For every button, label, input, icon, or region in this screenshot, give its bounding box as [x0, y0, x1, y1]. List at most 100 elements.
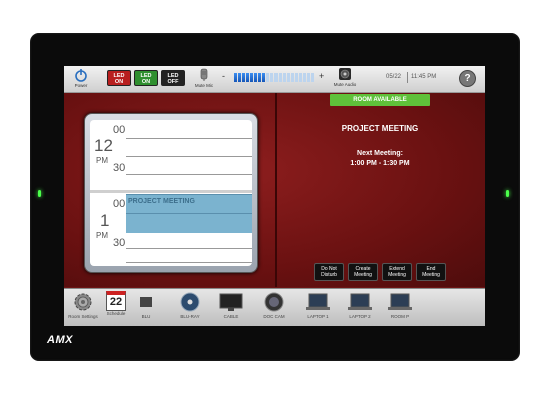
source-blu-ray-label: BLU-RAY — [180, 314, 200, 319]
led-on-green-button[interactable]: LED ON — [134, 70, 158, 86]
volume-segment — [250, 73, 254, 82]
mute-mic-button[interactable]: Mute Mic — [192, 68, 216, 88]
touch-screen: Power LED ON LED ON LED OFF Mute Mic - + — [64, 66, 485, 326]
volume-segment — [262, 73, 266, 82]
volume-segment — [246, 73, 250, 82]
mute-audio-label: Mute Audio — [333, 82, 357, 87]
source-laptop-1[interactable]: LAPTOP 1 — [300, 291, 336, 319]
volume-segment — [266, 73, 270, 82]
player-icon — [140, 297, 152, 307]
time-text: 11:45 PM — [411, 74, 437, 80]
power-button[interactable]: Power — [70, 68, 92, 88]
date-time-separator — [407, 72, 408, 83]
calendar-icon: 22 — [106, 291, 126, 311]
volume-segment — [242, 73, 246, 82]
end-meeting-button[interactable]: End Meeting — [416, 263, 446, 281]
laptop-icon — [388, 293, 412, 310]
volume-segment — [290, 73, 294, 82]
volume-segment — [282, 73, 286, 82]
hour-12-label: 12 — [94, 136, 113, 155]
document-camera-icon — [264, 292, 284, 312]
volume-segment — [306, 73, 310, 82]
meeting-block-divider — [126, 213, 252, 214]
source-blu[interactable]: BLU — [134, 291, 158, 319]
volume-segment — [254, 73, 258, 82]
do-not-disturb-line2: Disturb — [321, 272, 337, 278]
volume-segment — [270, 73, 274, 82]
mute-mic-label: Mute Mic — [194, 83, 214, 88]
timeline-line — [126, 174, 252, 175]
hour-divider — [90, 190, 252, 193]
minute-00-label-1: 00 — [113, 124, 126, 136]
extend-meeting-line2: Meeting — [388, 272, 406, 278]
meeting-block-title: PROJECT MEETING — [128, 198, 195, 205]
source-doc-cam-label: DOC CAM — [263, 314, 285, 319]
mute-audio-button[interactable]: Mute Audio — [332, 67, 358, 87]
timeline-line — [126, 156, 252, 157]
schedule-timeline[interactable]: 12 PM 00 30 1 PM 00 30 PROJECT MEETING — [90, 120, 252, 266]
volume-segment — [310, 73, 314, 82]
end-meeting-line2: Meeting — [422, 272, 440, 278]
left-status-led — [38, 190, 41, 197]
source-laptop-1-label: LAPTOP 1 — [307, 314, 329, 319]
source-dock: Room Settings 22 Schedule BLU BLU-RAY CA… — [64, 288, 485, 326]
led-on-red-button[interactable]: LED ON — [107, 70, 131, 86]
tv-icon — [219, 293, 243, 311]
volume-bar[interactable] — [234, 73, 314, 82]
volume-segment — [298, 73, 302, 82]
laptop-icon — [348, 293, 372, 310]
schedule-label: Schedule — [106, 311, 126, 316]
source-cable-label: CABLE — [223, 314, 239, 319]
power-icon — [75, 69, 87, 82]
timeline-line — [126, 248, 252, 249]
timeline-line — [126, 262, 252, 263]
led-on-red-bottom: ON — [114, 79, 124, 85]
room-settings-label: Room Settings — [68, 314, 98, 319]
right-status-led — [506, 190, 509, 197]
schedule-scroller[interactable]: 12 PM 00 30 1 PM 00 30 PROJECT MEETING — [84, 113, 258, 273]
led-off-bottom: OFF — [167, 79, 179, 85]
source-doc-cam[interactable]: DOC CAM — [256, 291, 292, 319]
speaker-icon — [339, 68, 351, 80]
schedule-button[interactable]: 22 Schedule — [100, 291, 132, 316]
disc-icon — [180, 292, 200, 312]
room-settings-button[interactable]: Room Settings — [66, 291, 100, 319]
do-not-disturb-button[interactable]: Do Not Disturb — [314, 263, 344, 281]
minute-30-label-1: 30 — [113, 162, 126, 174]
source-laptop-2[interactable]: LAPTOP 2 — [342, 291, 378, 319]
laptop-icon — [306, 293, 330, 310]
date-text: 05/22 — [386, 74, 402, 80]
source-blu-label: BLU — [141, 314, 151, 319]
gear-icon — [74, 293, 92, 311]
volume-segment — [294, 73, 298, 82]
volume-up-button[interactable]: + — [319, 71, 324, 81]
source-cable[interactable]: CABLE — [213, 291, 249, 319]
volume-segment — [302, 73, 306, 82]
volume-segment — [274, 73, 278, 82]
next-meeting-label: Next Meeting: — [357, 150, 403, 157]
create-meeting-button[interactable]: Create Meeting — [348, 263, 378, 281]
room-status-badge: ROOM AVAILABLE — [330, 94, 430, 106]
create-meeting-line2: Meeting — [354, 272, 372, 278]
volume-segment — [234, 73, 238, 82]
timeline-line — [126, 138, 252, 139]
source-room-p[interactable]: ROOM P — [384, 291, 416, 319]
volume-segment — [238, 73, 242, 82]
volume-segment — [278, 73, 282, 82]
led-on-green-bottom: ON — [141, 79, 151, 85]
panel-divider — [275, 93, 277, 287]
source-blu-ray[interactable]: BLU-RAY — [172, 291, 208, 319]
source-laptop-2-label: LAPTOP 2 — [349, 314, 371, 319]
next-meeting-time: 1:00 PM - 1:30 PM — [350, 160, 410, 167]
top-toolbar: Power LED ON LED ON LED OFF Mute Mic - + — [64, 66, 485, 93]
amx-logo: AMX — [47, 334, 73, 346]
volume-segment — [258, 73, 262, 82]
volume-segment — [286, 73, 290, 82]
help-button[interactable]: ? — [459, 70, 476, 87]
led-off-button[interactable]: LED OFF — [161, 70, 185, 86]
current-meeting-title: PROJECT MEETING — [341, 124, 419, 133]
source-room-p-label: ROOM P — [390, 314, 410, 319]
extend-meeting-button[interactable]: Extend Meeting — [382, 263, 412, 281]
meeting-block[interactable]: PROJECT MEETING — [126, 194, 252, 233]
volume-down-button[interactable]: - — [222, 71, 225, 81]
